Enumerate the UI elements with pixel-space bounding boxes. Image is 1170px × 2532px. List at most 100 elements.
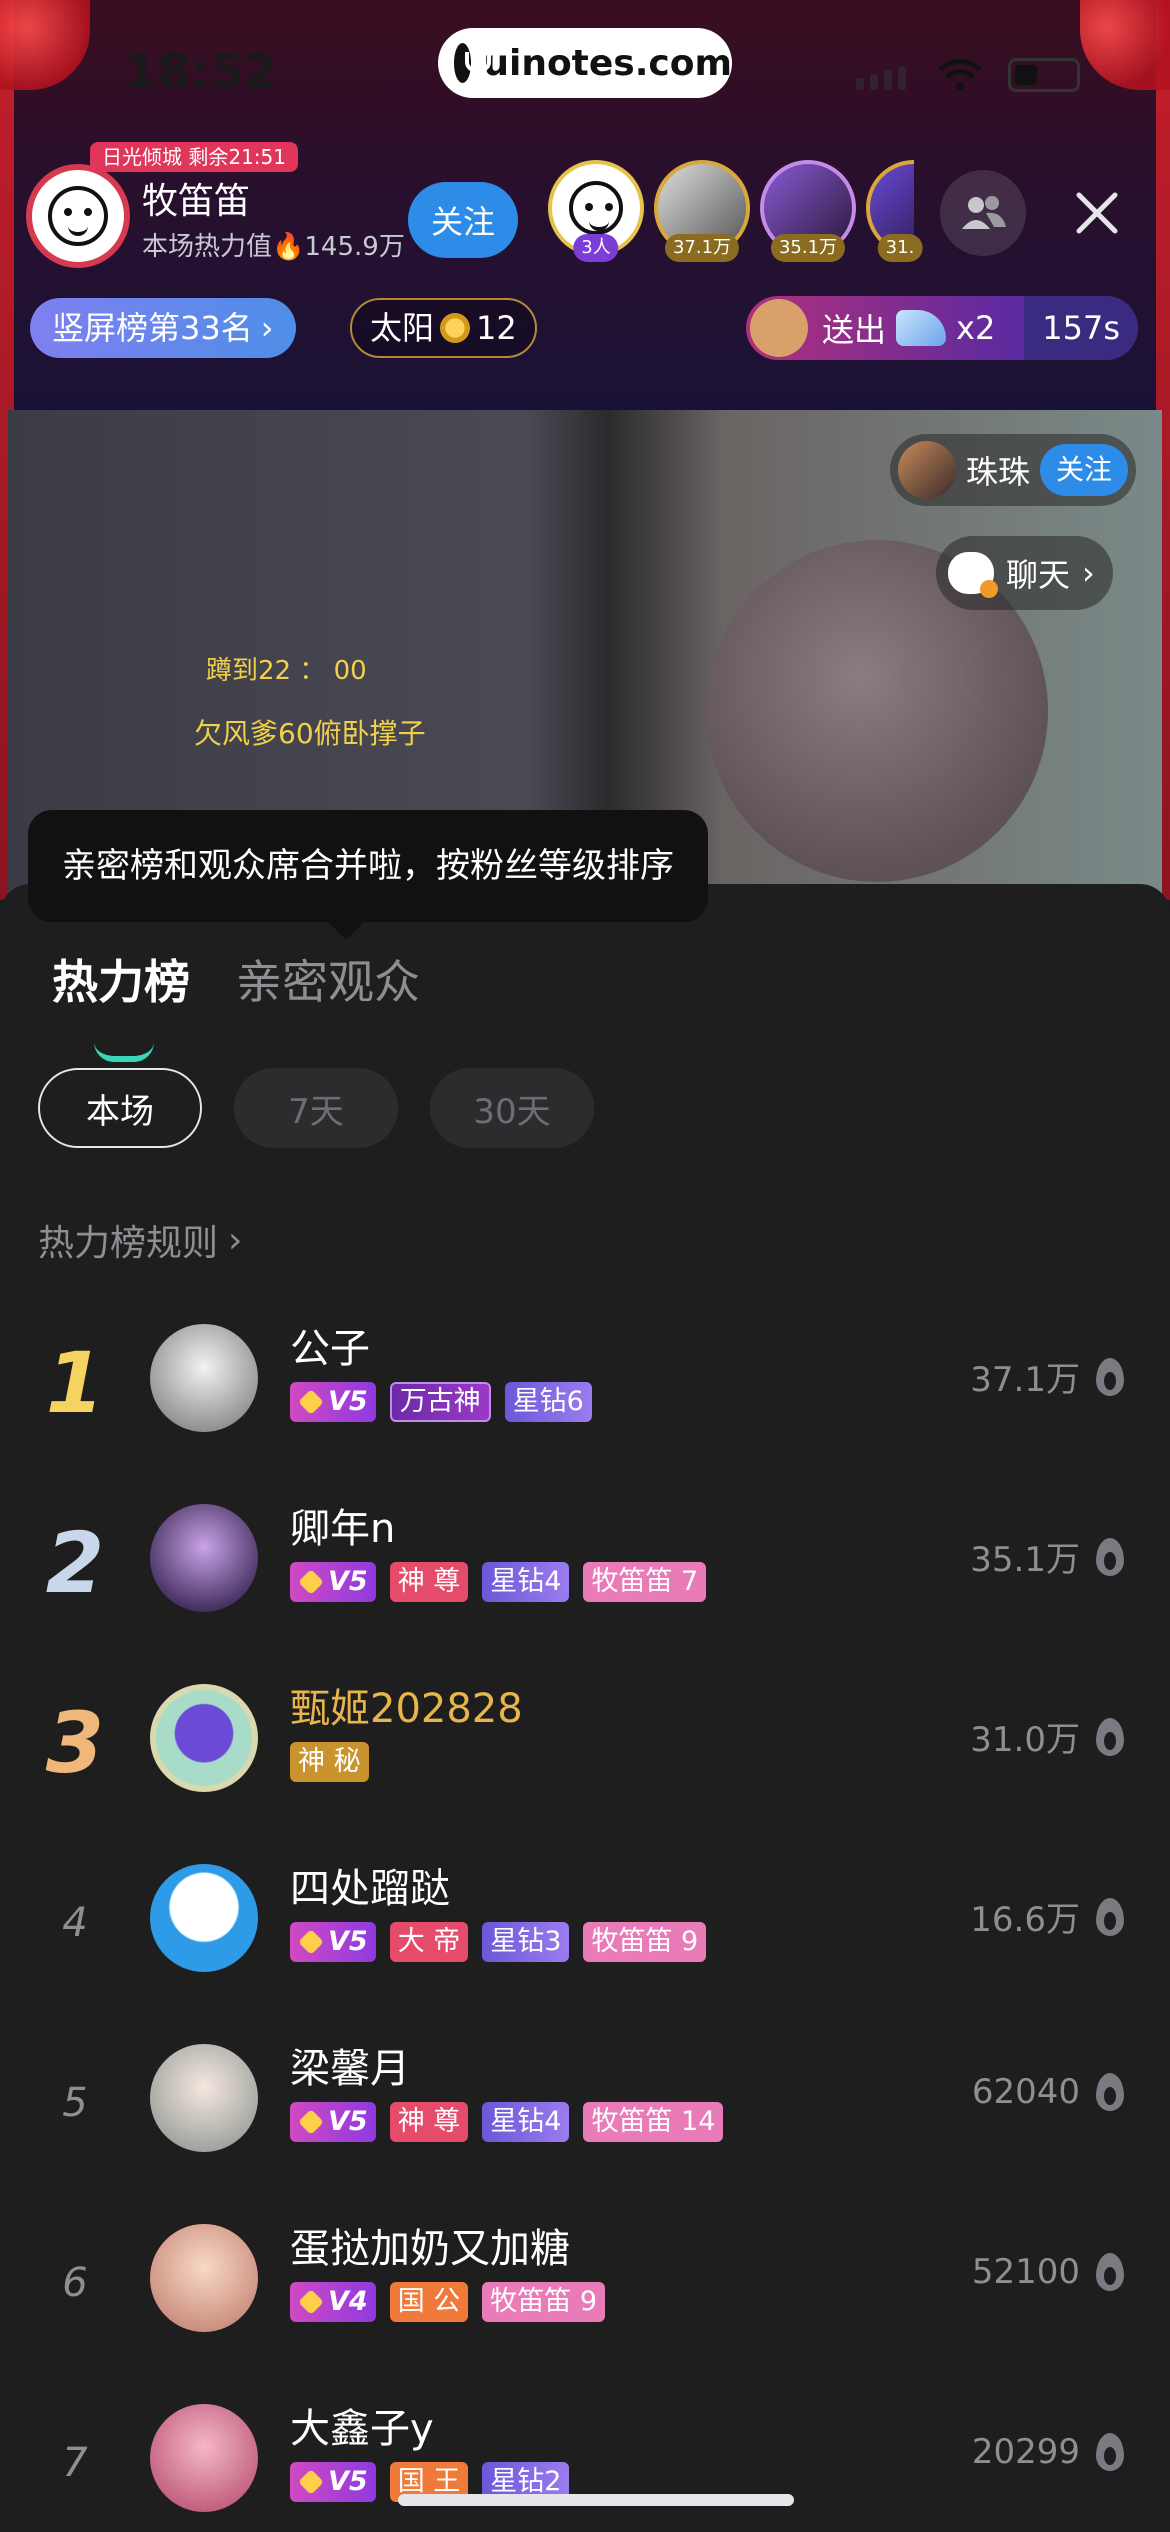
host-avatar[interactable]	[26, 164, 130, 268]
gift-send-label: 送出	[822, 311, 887, 349]
user-name: 公子	[290, 1326, 370, 1372]
vip-badge: V5	[290, 1922, 376, 1962]
tab-close-audience[interactable]: 亲密观众	[236, 946, 420, 1012]
battery-icon	[1008, 58, 1080, 92]
sun-label: 太阳	[370, 309, 435, 347]
vertical-rank-pill[interactable]: 竖屏榜第33名 ›	[30, 298, 296, 358]
noble-badge: 神 尊	[389, 1562, 469, 1602]
audience-group-button[interactable]	[940, 170, 1026, 256]
user-avatar[interactable]	[150, 1324, 258, 1432]
flame-icon	[1096, 2253, 1124, 2291]
user-avatar[interactable]	[150, 1684, 258, 1792]
ranking-row[interactable]: 6 蛋挞加奶又加糖 V4 国 公 牧笛笛 9 52100	[0, 2190, 1170, 2370]
chat-bubble-icon	[948, 552, 998, 598]
follow-host-button[interactable]: 关注	[408, 182, 518, 258]
gift-banner: 送出 x2 157s	[746, 296, 1138, 360]
fan-club-badge: 牧笛笛 14	[583, 2102, 724, 2142]
chevron-right-icon: ›	[1082, 554, 1095, 592]
rank-number: 3	[45, 1694, 105, 1792]
vip-badge: V5	[290, 2102, 376, 2142]
mystery-badge: 神 秘	[290, 1742, 369, 1782]
watermark-url: uinotes.com	[483, 42, 732, 84]
period-current[interactable]: 本场	[38, 1068, 202, 1148]
video-caption-2: 欠风爹60俯卧撑子	[194, 717, 426, 750]
heat-value: 31.0万	[970, 1712, 1124, 1761]
glass-slipper-icon	[896, 310, 947, 346]
host-heat: 本场热力值🔥145.9万	[142, 226, 405, 263]
uinotes-logo-icon	[454, 43, 492, 83]
sun-icon	[440, 313, 471, 343]
streamer-follow-button[interactable]: 关注	[1040, 444, 1129, 496]
heat-number: 16.6万	[970, 1900, 1080, 1940]
user-avatar[interactable]	[150, 2044, 258, 2152]
rank-number: 5	[62, 2080, 88, 2126]
ranking-rules-link[interactable]: 热力榜规则 ›	[38, 1214, 242, 1266]
ranking-row[interactable]: 1 公子 V5 万古神 星钻6 37.1万	[0, 1290, 1170, 1470]
ranking-row[interactable]: 7 大鑫子y V5 国 王 星钻2 20299	[0, 2370, 1170, 2532]
sheet-tabs: 热力榜 亲密观众	[52, 946, 420, 1062]
rank-number: 1	[45, 1334, 105, 1432]
tab-heat-ranking[interactable]: 热力榜	[52, 946, 190, 1062]
host-heat-value: 145.9万	[304, 232, 405, 262]
user-avatar[interactable]	[150, 1504, 258, 1612]
badge-group: V5 大 帝 星钻3 牧笛笛 9	[290, 1922, 707, 1962]
star-diamond-badge: 星钻4	[482, 1562, 570, 1602]
audience-count-badge: 3人	[573, 234, 619, 262]
streamer-chip[interactable]: 珠珠 关注	[890, 434, 1137, 506]
ranking-row[interactable]: 2 卿年n V5 神 尊 星钻4 牧笛笛 7 35.1万	[0, 1470, 1170, 1650]
flame-icon	[1096, 1357, 1124, 1396]
video-caption-1: 蹲到22 ： 00	[206, 656, 367, 686]
rank-number: 7	[62, 2440, 88, 2486]
decor-corner-right	[1080, 0, 1170, 90]
flame-icon	[1096, 1717, 1124, 1756]
close-icon	[1076, 192, 1118, 234]
ranking-row[interactable]: 3 甄姬202828 神 秘 31.0万	[0, 1650, 1170, 1830]
top-audience-list: 3人 37.1万 35.1万 31.	[548, 160, 923, 262]
user-name: 梁馨月	[290, 2046, 410, 2092]
user-avatar[interactable]	[150, 1864, 258, 1972]
rank-number: 6	[62, 2260, 88, 2306]
star-diamond-badge: 星钻6	[504, 1382, 592, 1422]
sun-level: 12	[476, 309, 517, 347]
ranking-row[interactable]: 5 梁馨月 V5 神 尊 星钻4 牧笛笛 14 62040	[0, 2010, 1170, 2190]
cellular-signal-icon	[856, 66, 906, 90]
period-7-days[interactable]: 7天	[234, 1068, 398, 1148]
period-30-days[interactable]: 30天	[430, 1068, 594, 1148]
vip-badge: V5	[290, 2462, 376, 2502]
audience-heat-badge: 37.1万	[664, 234, 740, 262]
user-avatar[interactable]	[150, 2224, 258, 2332]
rank-number: 4	[62, 1900, 88, 1946]
user-name: 蛋挞加奶又加糖	[290, 2226, 570, 2272]
user-name: 卿年n	[290, 1506, 396, 1552]
badge-group: 神 秘	[290, 1742, 369, 1782]
flame-icon	[1096, 2073, 1124, 2111]
gift-timer: 157s	[1024, 296, 1138, 360]
fan-club-badge: 牧笛笛 9	[583, 1922, 707, 1962]
audience-avatar[interactable]: 3人	[548, 160, 644, 262]
live-room-screen: 18:52 uinotes.com 日光倾城 剩余21:51 牧笛笛 本场热力值…	[0, 0, 1170, 2532]
sun-level-pill[interactable]: 太阳 12	[350, 298, 537, 358]
people-icon	[962, 196, 1006, 229]
chat-button[interactable]: 聊天 ›	[936, 536, 1113, 610]
audience-avatar[interactable]: 31.	[866, 160, 923, 262]
ranking-row[interactable]: 4 四处蹓跶 V5 大 帝 星钻3 牧笛笛 9 16.6万	[0, 1830, 1170, 2010]
home-indicator[interactable]	[398, 2494, 794, 2506]
merge-tooltip: 亲密榜和观众席合并啦，按粉丝等级排序	[28, 810, 708, 940]
cartoon-face-icon	[569, 181, 623, 235]
host-event-tag: 日光倾城 剩余21:51	[90, 142, 298, 172]
gift-count: x2	[956, 309, 996, 347]
heat-number: 52100	[971, 2252, 1080, 2292]
heat-number: 20299	[971, 2432, 1080, 2472]
flame-icon	[1096, 1897, 1124, 1936]
user-name: 大鑫子y	[290, 2406, 434, 2452]
user-avatar[interactable]	[150, 2404, 258, 2512]
flame-icon	[1096, 2433, 1124, 2471]
noble-badge: 大 帝	[389, 1922, 469, 1962]
audience-avatar[interactable]: 35.1万	[760, 160, 856, 262]
close-button[interactable]	[1064, 180, 1130, 246]
audience-heat-badge: 35.1万	[770, 234, 846, 262]
heat-value: 20299	[972, 2432, 1124, 2472]
heat-number: 37.1万	[970, 1360, 1080, 1400]
noble-badge: 神 尊	[389, 2102, 469, 2142]
audience-avatar[interactable]: 37.1万	[654, 160, 750, 262]
